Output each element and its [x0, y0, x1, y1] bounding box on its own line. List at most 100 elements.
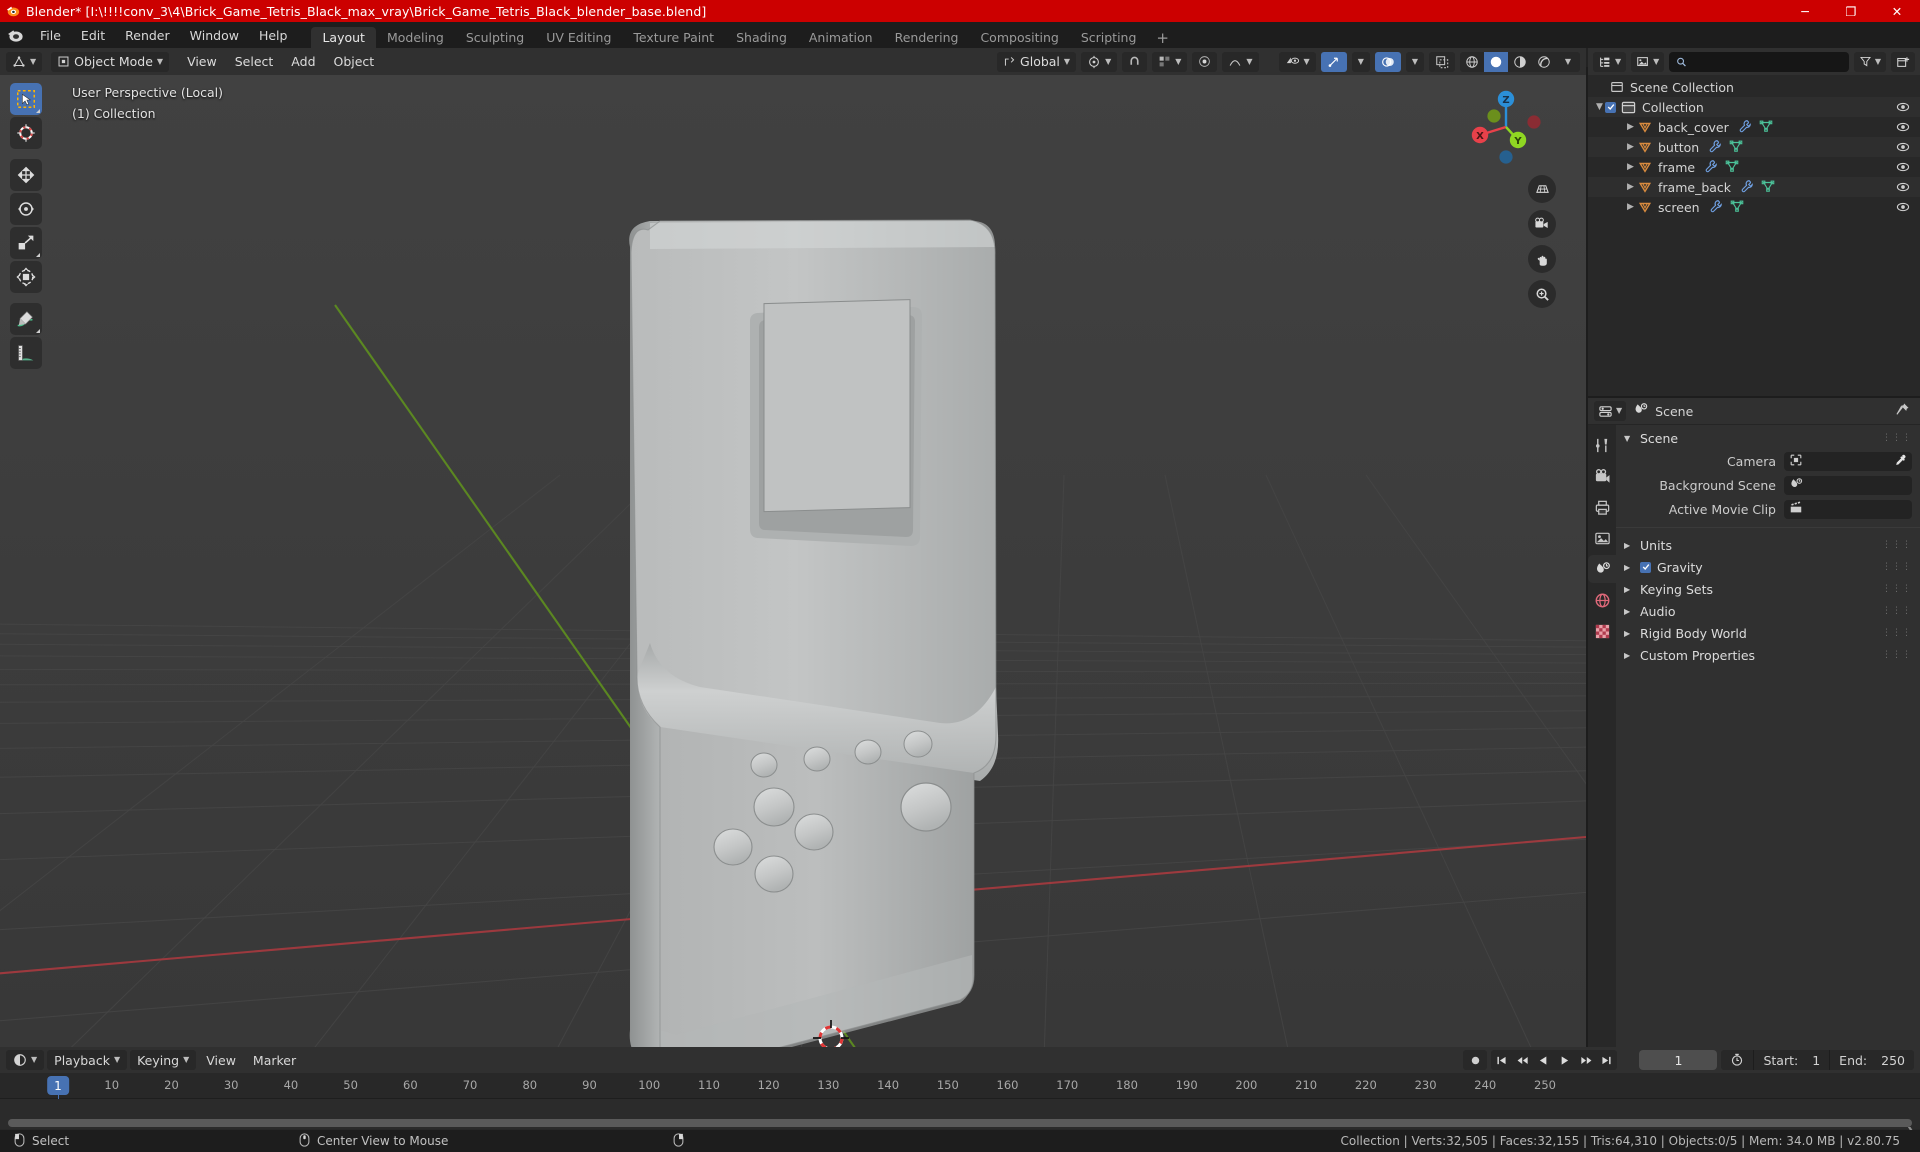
panel-header-custom-properties[interactable]: ▶ Custom Properties ⋮⋮⋮ [1616, 644, 1920, 666]
panel-header-units[interactable]: ▶ Units ⋮⋮⋮ [1616, 534, 1920, 556]
properties-tab-view-layer[interactable] [1588, 524, 1616, 552]
panel-drag-dots[interactable]: ⋮⋮⋮ [1882, 607, 1912, 616]
pin-id-icon[interactable] [1895, 402, 1910, 421]
mesh-data-icon[interactable] [1730, 199, 1744, 216]
collection-expand-triangle[interactable]: ▼ [1594, 102, 1605, 112]
scale-tool[interactable] [10, 227, 42, 259]
properties-tab-output[interactable] [1588, 493, 1616, 521]
object-visibility-eye-icon[interactable] [1896, 180, 1910, 197]
tab-scripting[interactable]: Scripting [1070, 27, 1148, 48]
panel-header-scene[interactable]: ▼ Scene ⋮⋮⋮ [1616, 427, 1920, 449]
mesh-data-icon[interactable] [1729, 139, 1743, 156]
snap-magnet-toggle[interactable] [1122, 51, 1148, 72]
transform-orientation-selector[interactable]: Global ▼ [997, 51, 1077, 72]
snap-settings-dropdown[interactable]: ▼ [1152, 51, 1188, 72]
timeline-editor-type-button[interactable]: ▼ [6, 1050, 45, 1070]
modifier-wrench-icon[interactable] [1740, 179, 1754, 196]
cursor-tool[interactable] [10, 117, 42, 149]
outliner-row-object[interactable]: ▶ back_cover [1588, 117, 1920, 137]
properties-editor[interactable]: ▼ Scene ▼ Scene ⋮⋮⋮ Camera Background Sc… [1588, 398, 1920, 1047]
3d-viewport[interactable]: User Perspective (Local) (1) Collection [0, 75, 1586, 1047]
camera-field-value[interactable] [1784, 452, 1912, 471]
mesh-data-icon[interactable] [1725, 159, 1739, 176]
maximize-button[interactable]: ❐ [1828, 0, 1874, 22]
shading-rendered-button[interactable] [1532, 51, 1556, 72]
timeline-horizontal-scrollbar[interactable] [8, 1119, 1912, 1127]
show-overlays-toggle[interactable] [1374, 51, 1401, 72]
minimize-button[interactable]: ─ [1782, 0, 1828, 22]
properties-editor-type-button[interactable]: ▼ [1594, 401, 1627, 421]
tab-animation[interactable]: Animation [798, 27, 884, 48]
tab-modeling[interactable]: Modeling [376, 27, 455, 48]
outliner-display-mode-button[interactable]: ▼ [1631, 51, 1665, 72]
panel-drag-dots[interactable]: ⋮⋮⋮ [1882, 563, 1912, 572]
object-expand-triangle[interactable]: ▶ [1625, 202, 1636, 212]
menu-render[interactable]: Render [115, 22, 180, 48]
outliner-row-object[interactable]: ▶ button [1588, 137, 1920, 157]
pan-view-button[interactable] [1528, 245, 1556, 273]
modifier-wrench-icon[interactable] [1709, 199, 1723, 216]
outliner-editor-type-button[interactable]: ▼ [1593, 51, 1627, 72]
mesh-data-icon[interactable] [1761, 179, 1775, 196]
jump-to-start-button[interactable] [1491, 1050, 1512, 1070]
object-visibility-eye-icon[interactable] [1896, 120, 1910, 137]
timeline-ruler[interactable]: ❮ 10203040506070809010011012013014015016… [0, 1073, 1920, 1127]
properties-tab-render[interactable] [1588, 462, 1616, 490]
toggle-perspective-ortho-button[interactable] [1528, 175, 1556, 203]
panel-header-gravity[interactable]: ▶ Gravity ⋮⋮⋮ [1616, 556, 1920, 578]
tweak-select-box-tool[interactable] [10, 83, 42, 115]
outliner-editor[interactable]: ▼ ▼ ▼ Scene Collection ▼ Collection ▶ ba… [1588, 48, 1920, 396]
editor-type-button[interactable]: ▼ [6, 51, 43, 72]
object-mode-selector[interactable]: Object Mode ▼ [51, 51, 170, 72]
jump-to-prev-keyframe-button[interactable] [1512, 1050, 1533, 1070]
object-visibility-eye-icon[interactable] [1896, 140, 1910, 157]
properties-tab-world[interactable] [1588, 586, 1616, 614]
transform-tool[interactable] [10, 261, 42, 293]
jump-to-next-keyframe-button[interactable] [1575, 1050, 1596, 1070]
zoom-view-button[interactable] [1528, 280, 1556, 308]
tab-texture-paint[interactable]: Texture Paint [622, 27, 725, 48]
menu-edit[interactable]: Edit [71, 22, 115, 48]
annotate-tool[interactable] [10, 303, 42, 335]
camera-view-button[interactable] [1528, 210, 1556, 238]
properties-tab-tool[interactable] [1588, 431, 1616, 459]
frame-start-field[interactable]: Start: 1 [1754, 1050, 1831, 1070]
xray-toggle[interactable] [1429, 51, 1455, 72]
timeline-menu-keying[interactable]: Keying ▼ [130, 1050, 197, 1070]
panel-header-audio[interactable]: ▶ Audio ⋮⋮⋮ [1616, 600, 1920, 622]
play-button[interactable] [1554, 1050, 1575, 1070]
menu-help[interactable]: Help [249, 22, 298, 48]
panel-header-rigid-body-world[interactable]: ▶ Rigid Body World ⋮⋮⋮ [1616, 622, 1920, 644]
proportional-editing-toggle[interactable] [1192, 51, 1218, 72]
shading-settings-dropdown[interactable]: ▼ [1556, 51, 1580, 72]
viewport-menu-add[interactable]: Add [282, 52, 324, 72]
timeline-current-frame-indicator[interactable]: 1 [47, 1076, 69, 1095]
auto-keying-button[interactable] [1463, 1050, 1488, 1070]
blender-menu-icon[interactable] [0, 22, 30, 48]
add-workspace-button[interactable]: + [1147, 27, 1178, 48]
modifier-wrench-icon[interactable] [1738, 119, 1752, 136]
collection-checkbox[interactable] [1605, 101, 1616, 113]
tab-uv-editing[interactable]: UV Editing [535, 27, 622, 48]
play-reverse-button[interactable] [1533, 1050, 1554, 1070]
modifier-wrench-icon[interactable] [1708, 139, 1722, 156]
panel-drag-dots[interactable]: ⋮⋮⋮ [1882, 651, 1912, 660]
object-expand-triangle[interactable]: ▶ [1625, 122, 1636, 132]
timeline-menu-view[interactable]: View [199, 1050, 243, 1070]
outliner-row-object[interactable]: ▶ frame_back [1588, 177, 1920, 197]
menu-window[interactable]: Window [180, 22, 249, 48]
outliner-row-collection[interactable]: ▼ Collection [1588, 97, 1920, 117]
background-scene-field-value[interactable] [1784, 476, 1912, 495]
frame-end-field[interactable]: End: 250 [1830, 1050, 1914, 1070]
proportional-falloff-dropdown[interactable]: ▼ [1222, 51, 1259, 72]
panel-drag-dots[interactable]: ⋮⋮⋮ [1882, 629, 1912, 638]
gizmo-settings-dropdown[interactable]: ▼ [1351, 51, 1370, 72]
outliner-new-collection-button[interactable] [1891, 51, 1915, 72]
timeline-track-area[interactable]: ❯ [0, 1099, 1920, 1139]
properties-tab-scene[interactable] [1588, 555, 1616, 583]
shading-wireframe-button[interactable] [1460, 51, 1484, 72]
viewport-menu-view[interactable]: View [178, 52, 226, 72]
timeline-menu-playback[interactable]: Playback ▼ [47, 1050, 128, 1070]
tab-rendering[interactable]: Rendering [884, 27, 970, 48]
timeline-menu-marker[interactable]: Marker [246, 1050, 303, 1070]
